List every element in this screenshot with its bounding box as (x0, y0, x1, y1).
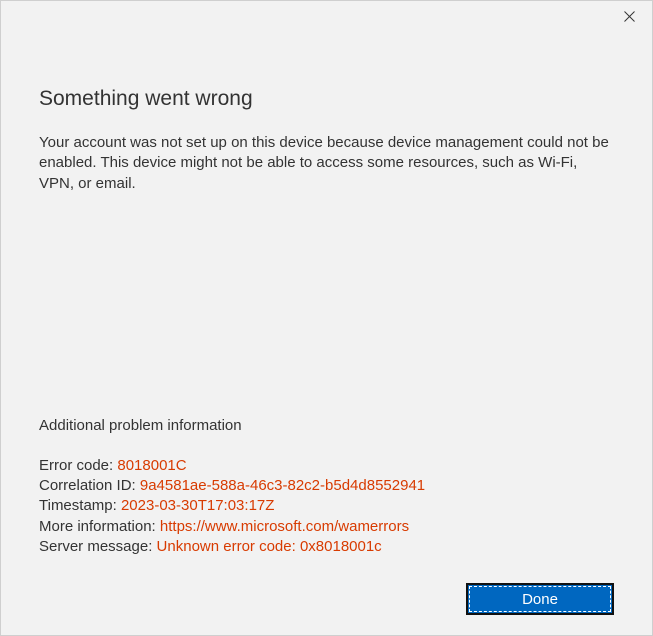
close-icon (624, 11, 635, 22)
timestamp-value: 2023-03-30T17:03:17Z (121, 497, 274, 514)
server-message-value: Unknown error code: 0x8018001c (157, 538, 382, 555)
error-description: Your account was not set up on this devi… (39, 133, 614, 194)
additional-info-block: Error code: 8018001C Correlation ID: 9a4… (39, 456, 614, 557)
more-information-line: More information: https://www.microsoft.… (39, 517, 614, 537)
more-information-value: https://www.microsoft.com/wamerrors (160, 518, 409, 535)
button-row: Done (39, 583, 614, 615)
done-button[interactable]: Done (466, 583, 614, 615)
server-message-line: Server message: Unknown error code: 0x80… (39, 537, 614, 557)
timestamp-line: Timestamp: 2023-03-30T17:03:17Z (39, 496, 614, 516)
close-button[interactable] (607, 1, 652, 31)
error-dialog: Something went wrong Your account was no… (0, 0, 653, 636)
server-message-label: Server message: (39, 538, 157, 555)
titlebar (1, 1, 652, 31)
more-information-label: More information: (39, 518, 160, 535)
content-spacer (39, 204, 614, 417)
error-code-label: Error code: (39, 457, 117, 474)
error-code-line: Error code: 8018001C (39, 456, 614, 476)
error-heading: Something went wrong (39, 87, 614, 111)
error-code-value: 8018001C (117, 457, 186, 474)
correlation-id-label: Correlation ID: (39, 477, 140, 494)
correlation-id-line: Correlation ID: 9a4581ae-588a-46c3-82c2-… (39, 476, 614, 496)
dialog-content: Something went wrong Your account was no… (1, 31, 652, 635)
timestamp-label: Timestamp: (39, 497, 121, 514)
correlation-id-value: 9a4581ae-588a-46c3-82c2-b5d4d8552941 (140, 477, 425, 494)
additional-info-heading: Additional problem information (39, 417, 614, 434)
